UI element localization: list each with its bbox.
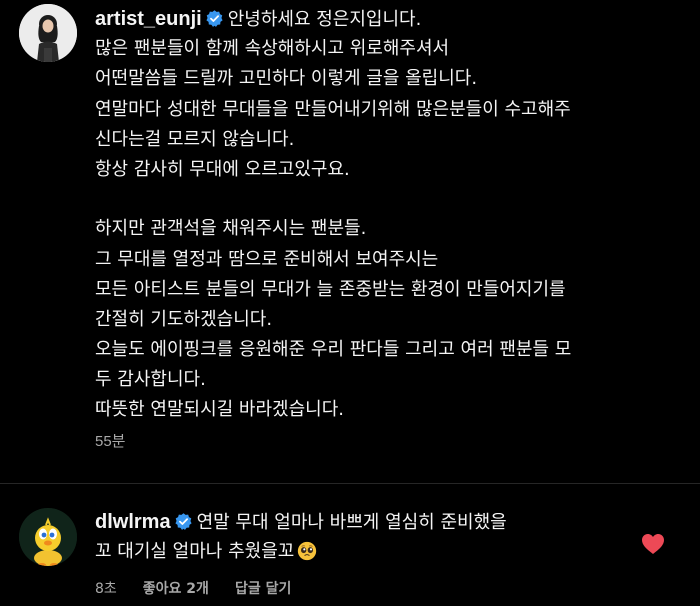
caption-line: 하지만 관객석을 채워주시는 팬분들.	[95, 218, 367, 239]
comment-meta: 8초 좋아요 2개 답글 달기	[95, 578, 317, 598]
verified-badge-icon	[175, 513, 192, 530]
commenter-avatar-photo	[19, 508, 77, 566]
divider	[0, 483, 700, 484]
post-timestamp: 55분	[95, 433, 126, 450]
verified-badge-icon	[206, 10, 223, 27]
author-avatar-photo	[19, 4, 77, 62]
comment-likes-count[interactable]: 좋아요 2개	[143, 581, 209, 597]
caption-line: 오늘도 에이핑크를 응원해준 우리 판다들 그리고 여러 팬분들 모	[95, 339, 572, 360]
comment-text-line: 꼬 대기실 얼마나 추웠을꼬	[95, 540, 317, 564]
caption-line: 모든 아티스트 분들의 무대가 늘 존중받는 환경이 만들어지기를	[95, 279, 566, 300]
caption-line: 어떤말씀들 드릴까 고민하다 이렇게 글을 올립니다.	[95, 68, 478, 89]
caption-line: 많은 팬분들이 함께 속상해하시고 위로해주셔서	[95, 38, 450, 59]
author-username[interactable]: artist_eunji	[95, 8, 202, 30]
caption-post: artist_eunji 안녕하세요 정은지입니다. 많은 팬분들이 함께 속상…	[0, 0, 700, 490]
comment-time: 8초	[95, 581, 117, 597]
reply-button[interactable]: 답글 달기	[235, 581, 291, 597]
caption-line: 그 무대를 열정과 땀으로 준비해서 보여주시는	[95, 249, 439, 270]
caption-line: 간절히 기도하겠습니다.	[95, 309, 273, 330]
like-heart-icon[interactable]	[641, 533, 665, 555]
caption-line: 항상 감사히 무대에 오르고있구요.	[95, 159, 350, 180]
caption-line: 연말마다 성대한 무대들을 만들어내기위해 많은분들이 수고해주	[95, 99, 571, 120]
caption-line: 두 감사합니다.	[95, 369, 206, 390]
comment-item: dlwlrma 연말 무대 얼마나 바쁘게 열심히 준비했을 꼬 대기실 얼마나…	[0, 490, 700, 606]
comment-header: dlwlrma 연말 무대 얼마나 바쁘게 열심히 준비했을	[95, 510, 507, 535]
commenter-username[interactable]: dlwlrma	[95, 511, 171, 533]
comment-text-line-2: 꼬 대기실 얼마나 추웠을꼬	[95, 541, 295, 562]
caption-header: artist_eunji 안녕하세요 정은지입니다.	[95, 8, 421, 31]
caption-first-line: 안녕하세요 정은지입니다.	[227, 9, 422, 30]
comment-text-line: 연말 무대 얼마나 바쁘게 열심히 준비했을	[196, 512, 507, 533]
author-avatar[interactable]	[19, 4, 77, 62]
caption-line: 따뜻한 연말되시길 바라겠습니다.	[95, 399, 345, 420]
caption-line: 신다는걸 모르지 않습니다.	[95, 129, 295, 150]
commenter-avatar[interactable]	[19, 508, 77, 566]
pleading-face-emoji-icon	[298, 541, 317, 561]
